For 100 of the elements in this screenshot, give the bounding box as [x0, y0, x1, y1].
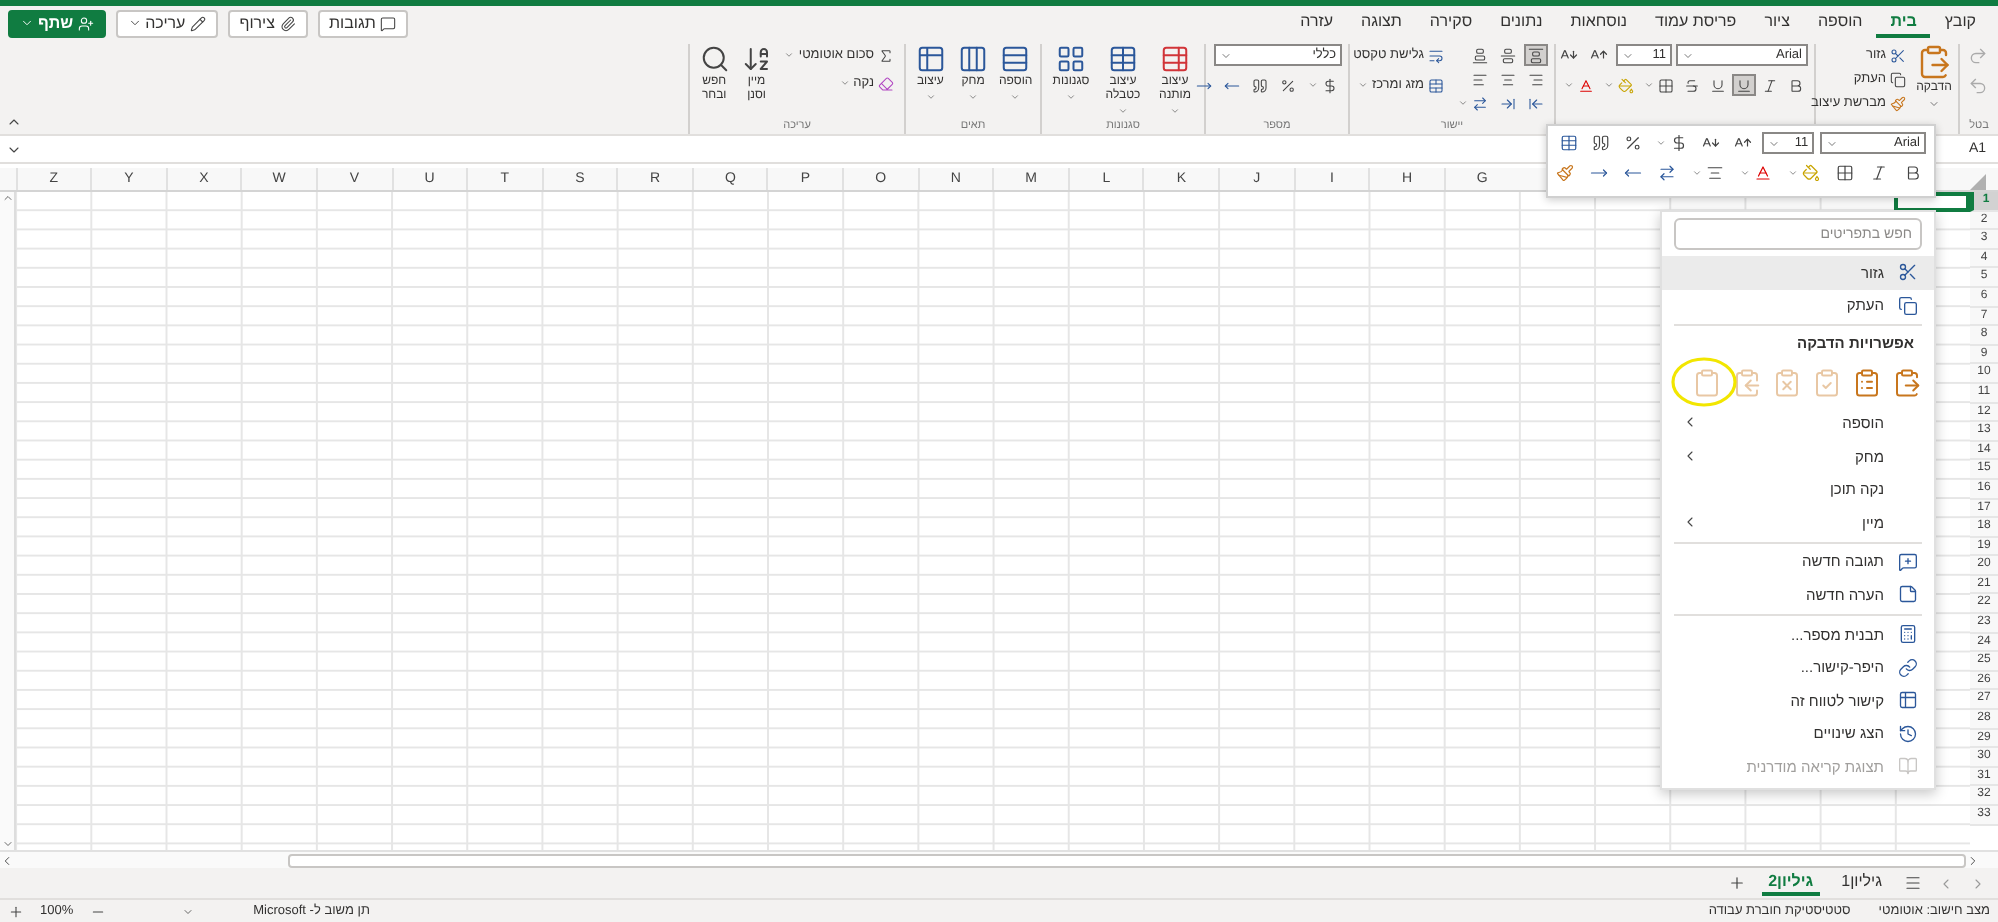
grid-icon [1056, 44, 1086, 74]
caret-icon [1308, 80, 1318, 90]
caret-icon [1928, 97, 1940, 110]
double-underline-button[interactable] [1706, 74, 1730, 96]
underline-icon [1710, 77, 1726, 93]
scroll-right-button[interactable] [1966, 853, 1980, 867]
copy-icon [1897, 295, 1917, 316]
chevron-up-icon [1, 192, 13, 204]
scroll-up-button[interactable] [0, 192, 14, 204]
align-bottom-button[interactable] [1468, 44, 1492, 66]
caret-icon [925, 91, 936, 102]
caret-icon [1010, 91, 1021, 102]
borders-button[interactable] [1640, 74, 1678, 96]
plus-icon [8, 903, 24, 919]
caret-icon [1066, 91, 1076, 102]
caret-icon [784, 50, 795, 60]
align-button[interactable] [1688, 162, 1728, 184]
wrap-text-icon [1428, 47, 1444, 63]
action-button[interactable]: עריכה [115, 9, 218, 37]
caret-icon [1788, 168, 1798, 178]
ribbon-tab[interactable]: נתונים [1486, 8, 1557, 38]
scroll-left-button[interactable] [0, 853, 14, 867]
percent-button[interactable] [1620, 132, 1646, 154]
paste-option-button[interactable] [1892, 367, 1922, 398]
ribbon-tab[interactable]: עזרה [1286, 8, 1347, 38]
chevron-left-icon [0, 853, 14, 867]
table-link-icon [1897, 690, 1917, 711]
scroll-down-button[interactable] [0, 838, 14, 850]
caret-icon [1656, 138, 1666, 148]
fill-color-button[interactable] [1784, 162, 1824, 184]
ribbon-tab[interactable]: סקירה [1415, 8, 1487, 38]
chevron-down-icon [1, 838, 13, 850]
ribbon-tab[interactable]: הוספה [1803, 8, 1877, 38]
previous-sheet-button[interactable] [1970, 875, 1986, 891]
orientation-button[interactable] [1454, 92, 1492, 114]
menu-icon [1904, 874, 1922, 892]
caret-icon [1220, 49, 1232, 61]
paintbrush-icon [1556, 164, 1574, 182]
all-sheets-button[interactable] [1904, 874, 1922, 892]
align-center-icon [1706, 164, 1724, 182]
clipboard-icon [1916, 44, 1952, 80]
chevron-up-icon [6, 114, 22, 130]
clipboard-copy-icon [1732, 367, 1762, 398]
format-table-button[interactable] [1556, 132, 1582, 154]
redo-icon [1968, 45, 1988, 65]
percent-icon [1624, 134, 1642, 152]
zoom-in-button[interactable] [8, 903, 24, 919]
sheet-tab[interactable]: גיליון1 [1835, 870, 1888, 896]
outdent-icon [1500, 95, 1516, 111]
calculator-icon [1897, 624, 1917, 645]
align-right-icon [1528, 71, 1544, 87]
fill-color-button[interactable] [1600, 74, 1638, 96]
scrollbar-thumb[interactable] [288, 853, 1966, 867]
columns-icon [958, 44, 989, 74]
comma-style-button[interactable] [1588, 132, 1614, 154]
action-button[interactable]: צירוף [227, 9, 307, 37]
action-button[interactable]: תגובות [317, 9, 408, 37]
ribbon-tab[interactable]: קובץ [1930, 8, 1990, 38]
ribbon-tab[interactable]: נוסחאות [1556, 8, 1642, 38]
bold-icon [1788, 77, 1804, 93]
ribbon-tab[interactable]: פריסת עמוד [1641, 8, 1751, 38]
caret-icon [1170, 105, 1180, 116]
paste-option-button[interactable] [1852, 367, 1882, 398]
italic-icon [1870, 164, 1888, 182]
next-sheet-button[interactable] [1938, 875, 1954, 891]
paint-bucket-icon [1802, 164, 1820, 182]
ribbon-tab[interactable]: תצוגה [1347, 8, 1416, 38]
caret-icon [1458, 98, 1468, 108]
caret-icon [1768, 137, 1780, 149]
clipboard-list-icon [1852, 367, 1882, 398]
undo-icon [1968, 75, 1988, 95]
comma-style-button[interactable] [1248, 74, 1272, 96]
borders-button[interactable] [1832, 162, 1858, 184]
scissors-icon [1890, 47, 1906, 63]
align-top-icon [1528, 47, 1544, 63]
book-icon [1897, 756, 1917, 777]
font-color-button[interactable] [1560, 74, 1598, 96]
ribbon-tab[interactable]: ציור [1750, 8, 1804, 38]
font-color-icon [1578, 77, 1594, 93]
orientation-button[interactable] [1654, 162, 1680, 184]
copy-icon [1890, 71, 1906, 87]
format-painter-button[interactable] [1552, 162, 1578, 184]
align-middle-icon [1500, 47, 1516, 63]
font-grow-icon [1734, 134, 1752, 152]
plus-icon [1728, 874, 1747, 892]
align-top-button[interactable] [1524, 44, 1548, 66]
percent-button[interactable] [1276, 74, 1300, 96]
underline-button[interactable] [1732, 74, 1756, 96]
add-sheet-button[interactable] [1728, 874, 1747, 892]
caret-icon [1740, 168, 1750, 178]
sigma-icon [878, 47, 894, 63]
caret-icon [1118, 105, 1128, 116]
strikethrough-button[interactable] [1680, 74, 1704, 96]
align-middle-button[interactable] [1496, 44, 1520, 66]
comment-icon [379, 15, 396, 31]
share-button[interactable]: שתף [8, 9, 106, 37]
conditional-table-icon [1160, 44, 1190, 74]
font-shrink-icon [1702, 134, 1720, 152]
vertical-scrollbar[interactable] [0, 192, 16, 850]
highlight-ellipse [1670, 356, 1738, 409]
